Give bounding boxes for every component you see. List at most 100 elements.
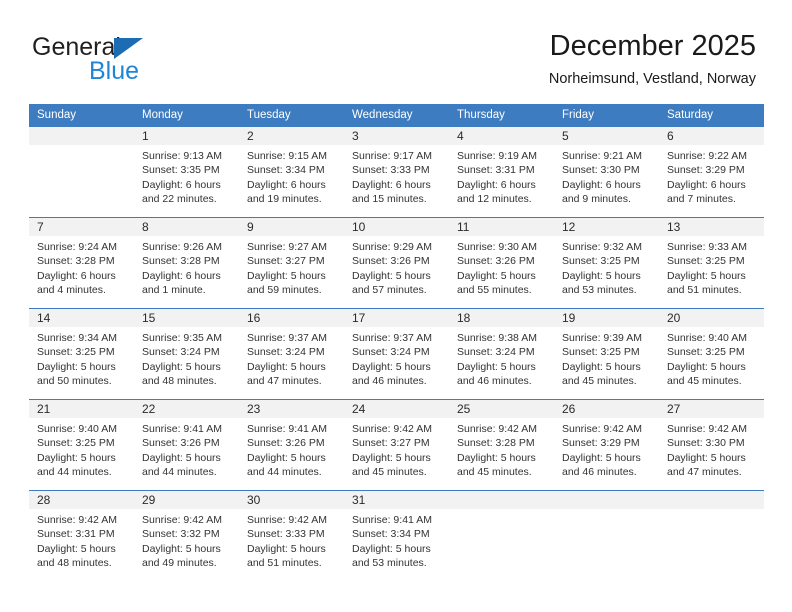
daylight-line-2: and 9 minutes. xyxy=(562,192,631,205)
calendar-day-cell[interactable]: 17 Sunrise: 9:37 AM Sunset: 3:24 PM Dayligh… xyxy=(344,309,449,399)
calendar-day-cell[interactable]: 11 Sunrise: 9:30 AM Sunset: 3:26 PM Dayligh… xyxy=(449,218,554,308)
calendar-day-cell[interactable]: 3 Sunrise: 9:17 AM Sunset: 3:33 PM Daylight… xyxy=(344,127,449,217)
day-details: Sunrise: 9:17 AM Sunset: 3:33 PM Daylight:… xyxy=(344,145,449,217)
day-details: Sunrise: 9:41 AM Sunset: 3:34 PM Daylight:… xyxy=(344,509,449,581)
day-details: Sunrise: 9:19 AM Sunset: 3:31 PM Daylight:… xyxy=(449,145,554,217)
sunset-line: Sunset: 3:26 PM xyxy=(457,255,535,268)
calendar-week-row: 21 Sunrise: 9:40 AM Sunset: 3:25 PM Dayligh… xyxy=(29,399,764,490)
calendar-day-cell[interactable]: 22 Sunrise: 9:41 AM Sunset: 3:26 PM Dayligh… xyxy=(134,400,239,490)
weekday-header-friday: Friday xyxy=(562,109,594,121)
triangle-icon xyxy=(114,38,143,59)
day-number: 17 xyxy=(344,309,449,327)
daylight-line-1: Daylight: 5 hours xyxy=(142,542,221,555)
calendar-day-cell[interactable]: 14 Sunrise: 9:34 AM Sunset: 3:25 PM Dayligh… xyxy=(29,309,134,399)
weekday-header-row: Sunday Monday Tuesday Wednesday Thursday Frid… xyxy=(29,104,764,127)
sunset-line: Sunset: 3:33 PM xyxy=(247,528,325,541)
calendar-day-cell[interactable]: 8 Sunrise: 9:26 AM Sunset: 3:28 PM Daylight… xyxy=(134,218,239,308)
calendar-day-cell[interactable]: 13 Sunrise: 9:33 AM Sunset: 3:25 PM Dayligh… xyxy=(659,218,764,308)
day-details: Sunrise: 9:37 AM Sunset: 3:24 PM Daylight:… xyxy=(344,327,449,399)
sunrise-line: Sunrise: 9:15 AM xyxy=(247,150,327,162)
weekday-header-tuesday: Tuesday xyxy=(247,109,291,121)
sunrise-line: Sunrise: 9:21 AM xyxy=(562,150,642,162)
sunrise-line: Sunrise: 9:42 AM xyxy=(667,423,747,435)
daylight-line-2: and 48 minutes. xyxy=(142,374,217,387)
sunrise-line: Sunrise: 9:41 AM xyxy=(142,423,222,435)
sunrise-line: Sunrise: 9:41 AM xyxy=(352,514,432,526)
day-details: Sunrise: 9:42 AM Sunset: 3:33 PM Daylight:… xyxy=(239,509,344,581)
daylight-line-1: Daylight: 5 hours xyxy=(37,451,116,464)
daylight-line-1: Daylight: 5 hours xyxy=(142,451,221,464)
daylight-line-2: and 50 minutes. xyxy=(37,374,112,387)
sunset-line: Sunset: 3:26 PM xyxy=(352,255,430,268)
calendar-day-cell[interactable]: 19 Sunrise: 9:39 AM Sunset: 3:25 PM Dayligh… xyxy=(554,309,659,399)
sunrise-line: Sunrise: 9:40 AM xyxy=(667,332,747,344)
daylight-line-1: Daylight: 6 hours xyxy=(142,178,221,191)
calendar-day-cell[interactable]: 2 Sunrise: 9:15 AM Sunset: 3:34 PM Daylight… xyxy=(239,127,344,217)
calendar-day-cell[interactable]: 23 Sunrise: 9:41 AM Sunset: 3:26 PM Dayligh… xyxy=(239,400,344,490)
day-details: Sunrise: 9:29 AM Sunset: 3:26 PM Daylight:… xyxy=(344,236,449,308)
sunrise-line: Sunrise: 9:40 AM xyxy=(37,423,117,435)
sunset-line: Sunset: 3:30 PM xyxy=(667,437,745,450)
calendar-day-cell[interactable]: 7 Sunrise: 9:24 AM Sunset: 3:28 PM Daylight… xyxy=(29,218,134,308)
calendar-day-cell-empty xyxy=(29,127,134,217)
sunrise-line: Sunrise: 9:39 AM xyxy=(562,332,642,344)
daylight-line-2: and 57 minutes. xyxy=(352,283,427,296)
calendar-day-cell[interactable]: 6 Sunrise: 9:22 AM Sunset: 3:29 PM Daylight… xyxy=(659,127,764,217)
sunrise-line: Sunrise: 9:24 AM xyxy=(37,241,117,253)
day-details xyxy=(29,145,134,217)
sunrise-line: Sunrise: 9:42 AM xyxy=(352,423,432,435)
calendar-day-cell-empty xyxy=(659,491,764,581)
logo-text-blue: Blue xyxy=(89,57,140,85)
calendar-day-cell[interactable]: 15 Sunrise: 9:35 AM Sunset: 3:24 PM Dayligh… xyxy=(134,309,239,399)
calendar-day-cell[interactable]: 31 Sunrise: 9:41 AM Sunset: 3:34 PM Dayligh… xyxy=(344,491,449,581)
sunset-line: Sunset: 3:24 PM xyxy=(352,346,430,359)
daylight-line-2: and 1 minute. xyxy=(142,283,206,296)
daylight-line-1: Daylight: 5 hours xyxy=(352,269,431,282)
calendar-day-cell[interactable]: 28 Sunrise: 9:42 AM Sunset: 3:31 PM Dayligh… xyxy=(29,491,134,581)
day-details: Sunrise: 9:40 AM Sunset: 3:25 PM Daylight:… xyxy=(659,327,764,399)
sunset-line: Sunset: 3:25 PM xyxy=(667,255,745,268)
sunrise-line: Sunrise: 9:42 AM xyxy=(37,514,117,526)
calendar-day-cell[interactable]: 24 Sunrise: 9:42 AM Sunset: 3:27 PM Dayligh… xyxy=(344,400,449,490)
daylight-line-2: and 48 minutes. xyxy=(37,556,112,569)
calendar-day-cell[interactable]: 4 Sunrise: 9:19 AM Sunset: 3:31 PM Daylight… xyxy=(449,127,554,217)
daylight-line-2: and 46 minutes. xyxy=(352,374,427,387)
calendar-day-cell[interactable]: 29 Sunrise: 9:42 AM Sunset: 3:32 PM Dayligh… xyxy=(134,491,239,581)
page-title: December 2025 xyxy=(549,30,756,62)
day-details: Sunrise: 9:42 AM Sunset: 3:30 PM Daylight:… xyxy=(659,418,764,490)
calendar-day-cell[interactable]: 25 Sunrise: 9:42 AM Sunset: 3:28 PM Dayligh… xyxy=(449,400,554,490)
sunrise-line: Sunrise: 9:22 AM xyxy=(667,150,747,162)
day-number xyxy=(29,127,134,145)
sunset-line: Sunset: 3:24 PM xyxy=(457,346,535,359)
calendar-day-cell[interactable]: 5 Sunrise: 9:21 AM Sunset: 3:30 PM Daylight… xyxy=(554,127,659,217)
calendar-day-cell[interactable]: 18 Sunrise: 9:38 AM Sunset: 3:24 PM Dayligh… xyxy=(449,309,554,399)
calendar-day-cell[interactable]: 20 Sunrise: 9:40 AM Sunset: 3:25 PM Dayligh… xyxy=(659,309,764,399)
calendar-day-cell[interactable]: 30 Sunrise: 9:42 AM Sunset: 3:33 PM Dayligh… xyxy=(239,491,344,581)
calendar-day-cell[interactable]: 12 Sunrise: 9:32 AM Sunset: 3:25 PM Dayligh… xyxy=(554,218,659,308)
daylight-line-1: Daylight: 6 hours xyxy=(457,178,536,191)
daylight-line-1: Daylight: 6 hours xyxy=(667,178,746,191)
calendar-day-cell[interactable]: 16 Sunrise: 9:37 AM Sunset: 3:24 PM Dayligh… xyxy=(239,309,344,399)
general-blue-logo[interactable]: General Blue xyxy=(32,34,222,90)
day-details: Sunrise: 9:33 AM Sunset: 3:25 PM Daylight:… xyxy=(659,236,764,308)
daylight-line-1: Daylight: 5 hours xyxy=(562,451,641,464)
daylight-line-2: and 44 minutes. xyxy=(37,465,112,478)
calendar-day-cell[interactable]: 26 Sunrise: 9:42 AM Sunset: 3:29 PM Dayligh… xyxy=(554,400,659,490)
sunset-line: Sunset: 3:29 PM xyxy=(562,437,640,450)
calendar-day-cell[interactable]: 21 Sunrise: 9:40 AM Sunset: 3:25 PM Dayligh… xyxy=(29,400,134,490)
sunset-line: Sunset: 3:34 PM xyxy=(352,528,430,541)
day-number: 26 xyxy=(554,400,659,418)
calendar-day-cell[interactable]: 9 Sunrise: 9:27 AM Sunset: 3:27 PM Daylight… xyxy=(239,218,344,308)
daylight-line-2: and 53 minutes. xyxy=(562,283,637,296)
day-details: Sunrise: 9:42 AM Sunset: 3:31 PM Daylight:… xyxy=(29,509,134,581)
calendar-day-cell[interactable]: 27 Sunrise: 9:42 AM Sunset: 3:30 PM Dayligh… xyxy=(659,400,764,490)
calendar-day-cell[interactable]: 1 Sunrise: 9:13 AM Sunset: 3:35 PM Daylight… xyxy=(134,127,239,217)
daylight-line-1: Daylight: 5 hours xyxy=(667,269,746,282)
calendar-day-cell[interactable]: 10 Sunrise: 9:29 AM Sunset: 3:26 PM Dayligh… xyxy=(344,218,449,308)
daylight-line-2: and 45 minutes. xyxy=(562,374,637,387)
day-number: 3 xyxy=(344,127,449,145)
day-details: Sunrise: 9:42 AM Sunset: 3:29 PM Daylight:… xyxy=(554,418,659,490)
daylight-line-1: Daylight: 5 hours xyxy=(352,360,431,373)
day-details: Sunrise: 9:41 AM Sunset: 3:26 PM Daylight:… xyxy=(239,418,344,490)
daylight-line-2: and 7 minutes. xyxy=(667,192,736,205)
